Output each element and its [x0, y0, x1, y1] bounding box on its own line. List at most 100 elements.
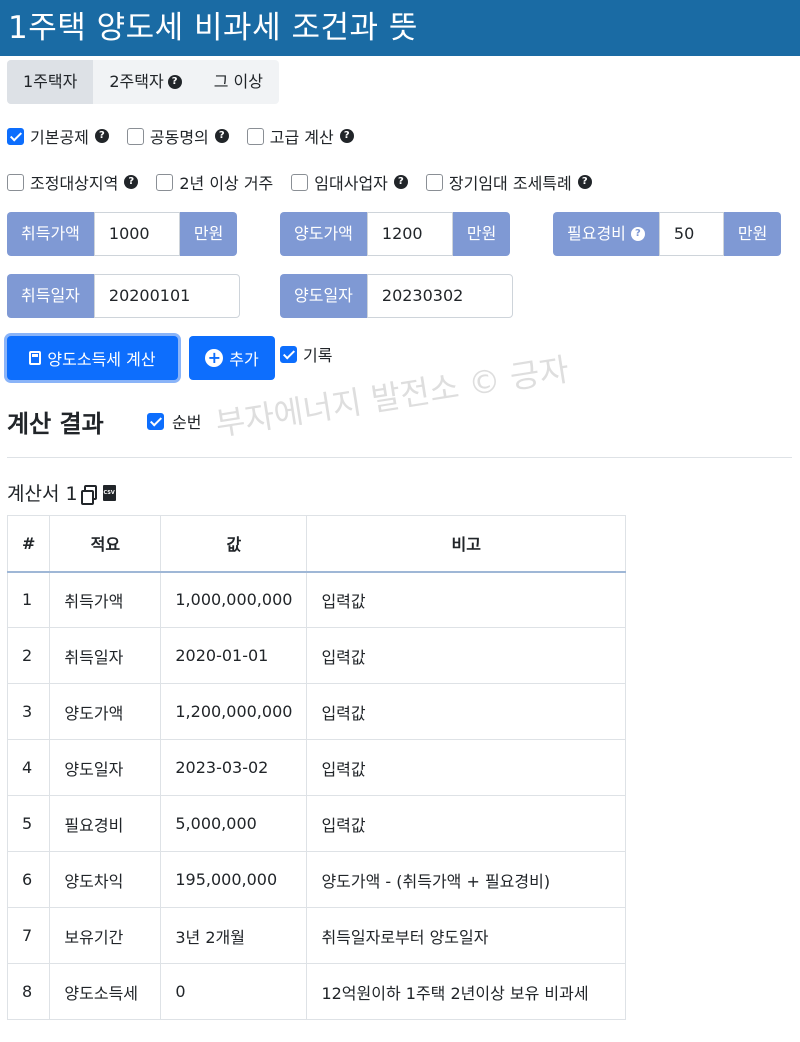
table-header-cell: #: [6, 515, 51, 573]
table-cell: 입력값: [306, 571, 626, 628]
checkbox-box[interactable]: [7, 173, 24, 191]
acquisition-price-group: 취득가액 1000 만원: [7, 212, 238, 256]
checkbox-long-term-rental[interactable]: 장기임대 조세특례?: [425, 170, 592, 194]
table-cell: 195,000,000: [160, 851, 308, 908]
table-cell: 2020-01-01: [160, 627, 308, 684]
checkbox-label: 임대사업자: [314, 174, 388, 193]
checkbox-box[interactable]: [7, 127, 24, 145]
table-row: 6 양도차익 195,000,000 양도가액 - (취득가액 + 필요경비): [6, 851, 626, 908]
table-cell: 입력값: [306, 795, 626, 852]
checkbox-joint-ownership[interactable]: 공동명의?: [126, 124, 229, 148]
checkbox-record[interactable]: 기록: [280, 342, 332, 366]
table-header-cell: 비고: [306, 515, 626, 573]
tab-one-house[interactable]: 1주택자: [7, 60, 94, 104]
plus-circle-icon: +: [205, 349, 224, 367]
copy-icon[interactable]: [80, 485, 97, 505]
checkbox-label: 장기임대 조세특례: [448, 174, 572, 193]
table-cell: 5: [6, 795, 51, 852]
help-icon[interactable]: ?: [393, 175, 408, 189]
tab-more-house[interactable]: 그 이상: [198, 60, 279, 104]
sale-price-input[interactable]: 1200: [366, 212, 453, 256]
checkbox-regulated-area[interactable]: 조정대상지역?: [7, 170, 139, 194]
sale-price-group: 양도가액 1200 만원: [280, 212, 511, 256]
table-cell: 양도일자: [49, 739, 162, 796]
checkbox-box[interactable]: [425, 173, 443, 191]
checkbox-basic-deduction[interactable]: 기본공제?: [7, 124, 109, 148]
tab-label: 그 이상: [213, 72, 263, 91]
acquisition-date-input[interactable]: 20200101: [93, 274, 240, 318]
checkbox-box[interactable]: [147, 412, 164, 430]
checkbox-rental-business[interactable]: 임대사업자?: [291, 170, 408, 194]
acquisition-price-unit: 만원: [179, 212, 238, 256]
expense-label-text: 필요경비: [567, 224, 626, 243]
help-icon[interactable]: ?: [339, 129, 354, 143]
table-cell: 취득일자로부터 양도일자: [306, 907, 626, 964]
checkbox-label: 기본공제: [30, 128, 89, 147]
help-icon[interactable]: ?: [124, 175, 139, 189]
table-cell: 0: [160, 963, 308, 1020]
expense-group: 필요경비? 50 만원: [553, 212, 782, 256]
csv-file-icon[interactable]: CSV: [102, 484, 116, 501]
options-row-1: 기본공제? 공동명의? 고급 계산?: [7, 124, 372, 148]
table-row: 1 취득가액 1,000,000,000 입력값: [6, 571, 626, 628]
checkbox-label: 공동명의: [149, 128, 209, 147]
expense-label: 필요경비?: [553, 212, 659, 256]
add-button-label: 추가: [229, 350, 259, 369]
table-row: 7 보유기간 3년 2개월 취득일자로부터 양도일자: [6, 907, 626, 964]
table-cell: 입력값: [306, 739, 626, 796]
calculate-button[interactable]: 양도소득세 계산: [7, 336, 178, 380]
table-cell: 양도소득세: [49, 963, 162, 1020]
checkbox-box[interactable]: [291, 173, 309, 191]
help-icon[interactable]: ?: [630, 227, 645, 241]
table-row: 3 양도가액 1,200,000,000 입력값: [6, 683, 626, 740]
table-cell: 2: [6, 627, 51, 684]
table-cell: 취득일자: [49, 627, 162, 684]
checkbox-label: 2년 이상 거주: [179, 174, 274, 193]
sale-date-group: 양도일자 20230302: [280, 274, 513, 318]
tab-two-house[interactable]: 2주택자?: [93, 60, 197, 104]
checkbox-box[interactable]: [280, 345, 297, 363]
acquisition-date-label: 취득일자: [7, 274, 94, 318]
table-header-cell: 적요: [49, 515, 162, 573]
checkbox-two-year-residence[interactable]: 2년 이상 거주: [156, 170, 273, 194]
calculator-icon: [29, 351, 42, 365]
checkbox-label: 순번: [172, 413, 202, 432]
checkbox-box[interactable]: [156, 173, 174, 191]
help-icon[interactable]: ?: [214, 129, 229, 143]
help-icon[interactable]: ?: [577, 175, 592, 189]
expense-input[interactable]: 50: [658, 212, 724, 256]
page-title: 1주택 양도세 비과세 조건과 뜻: [8, 10, 418, 46]
add-button[interactable]: + 추가: [189, 336, 275, 380]
table-cell: 양도가액: [49, 683, 162, 740]
sale-price-label: 양도가액: [280, 212, 367, 256]
checkbox-box[interactable]: [126, 127, 144, 145]
table-cell: 양도가액 - (취득가액 + 필요경비): [306, 851, 626, 908]
table-cell: 취득가액: [49, 571, 162, 628]
checkbox-label: 기록: [303, 346, 333, 365]
page-header: 1주택 양도세 비과세 조건과 뜻: [0, 0, 800, 56]
checkbox-box[interactable]: [246, 127, 264, 145]
checkbox-label: 조정대상지역: [30, 174, 119, 193]
tab-label: 2주택자: [109, 72, 164, 91]
table-cell: 4: [6, 739, 51, 796]
help-icon[interactable]: ?: [167, 75, 182, 89]
table-header-row: # 적요 값 비고: [6, 515, 626, 573]
checkbox-advanced-calc[interactable]: 고급 계산?: [246, 124, 354, 148]
help-icon[interactable]: ?: [94, 129, 109, 143]
table-cell: 5,000,000: [160, 795, 308, 852]
divider: [7, 457, 792, 458]
checkbox-order-number[interactable]: 순번: [147, 409, 201, 433]
sale-date-input[interactable]: 20230302: [366, 274, 513, 318]
table-cell: 1,200,000,000: [160, 683, 308, 740]
table-cell: 보유기간: [49, 907, 162, 964]
table-row: 4 양도일자 2023-03-02 입력값: [6, 739, 626, 796]
statement-title: 계산서 1 CSV: [7, 479, 116, 506]
table-row: 2 취득일자 2020-01-01 입력값: [6, 627, 626, 684]
options-row-2: 조정대상지역? 2년 이상 거주 임대사업자? 장기임대 조세특례?: [7, 170, 610, 194]
table-cell: 6: [6, 851, 51, 908]
acquisition-price-input[interactable]: 1000: [93, 212, 180, 256]
checkbox-label: 고급 계산: [269, 128, 334, 147]
table-cell: 7: [6, 907, 51, 964]
table-cell: 2023-03-02: [160, 739, 308, 796]
table-cell: 양도차익: [49, 851, 162, 908]
